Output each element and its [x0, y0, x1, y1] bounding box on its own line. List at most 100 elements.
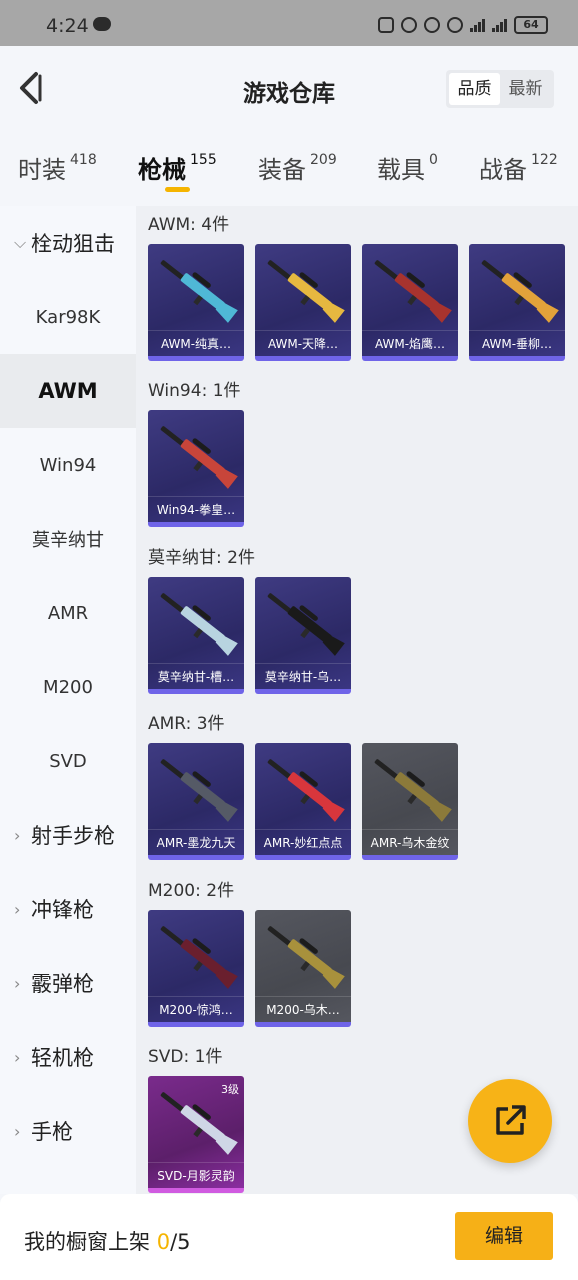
- edit-button[interactable]: 编辑: [455, 1212, 553, 1260]
- weapon-card-label: AMR-妙红点点: [255, 829, 351, 855]
- tab-vehicles[interactable]: 载具 0: [377, 150, 438, 185]
- showcase-label: 我的橱窗上架 0/5: [24, 1226, 191, 1256]
- section-title: SVD: 1件: [148, 1047, 223, 1067]
- weapon-image: [160, 759, 238, 822]
- showcase-total: /5: [170, 1230, 191, 1254]
- tab-battle-prep[interactable]: 战备 122: [479, 150, 558, 185]
- weapon-card[interactable]: 3级 SVD-月影灵韵: [148, 1076, 244, 1193]
- sidebar-group-dmr[interactable]: › 射手步枪: [0, 798, 136, 872]
- weapon-card-label: SVD-月影灵韵: [148, 1162, 244, 1188]
- wechat-notification-icon: [93, 17, 111, 31]
- sidebar-group-lmg[interactable]: › 轻机枪: [0, 1020, 136, 1094]
- wifi-icon: [447, 17, 463, 33]
- weapon-card[interactable]: AWM-纯真…: [148, 244, 244, 361]
- weapon-card[interactable]: AWM-垂柳…: [469, 244, 565, 361]
- sort-newest-button[interactable]: 最新: [500, 73, 551, 105]
- sidebar-item-amr[interactable]: AMR: [0, 576, 136, 650]
- weapon-card[interactable]: M200-惊鸿…: [148, 910, 244, 1027]
- weapon-card[interactable]: 莫辛纳甘-乌…: [255, 577, 351, 694]
- tab-fashion[interactable]: 时装 418: [18, 150, 97, 185]
- tab-label: 战备: [479, 156, 527, 184]
- weapon-card[interactable]: M200-乌木…: [255, 910, 351, 1027]
- share-external-icon: [496, 1105, 526, 1135]
- tab-count: 0: [429, 152, 438, 168]
- weapon-grid: AWM: 4件 AWM-纯真… AWM-天降… AWM-焰鹰… AWM-垂柳… …: [136, 206, 578, 1194]
- status-time: 4:24: [46, 15, 89, 37]
- tab-equipment[interactable]: 装备 209: [258, 150, 337, 185]
- tab-label: 时装: [18, 156, 66, 184]
- weapon-image: [481, 260, 559, 323]
- nfc-icon: [378, 17, 394, 33]
- showcase-count: 0: [156, 1230, 171, 1254]
- category-tabs: 时装 418 枪械 155 装备 209 载具 0 战备 122: [0, 132, 578, 206]
- section-title: AWM: 4件: [148, 215, 230, 235]
- section-title: Win94: 1件: [148, 381, 241, 401]
- weapon-image: [267, 926, 345, 989]
- weapon-image: [160, 593, 238, 656]
- alarm-icon: [401, 17, 417, 33]
- showcase-bar: 我的橱窗上架 0/5 编辑: [0, 1194, 578, 1280]
- weapon-image: [374, 759, 452, 822]
- weapon-card[interactable]: AMR-妙红点点: [255, 743, 351, 860]
- sidebar-item-kar98k[interactable]: Kar98K: [0, 280, 136, 354]
- sidebar-group-label: 手枪: [31, 1120, 73, 1144]
- weapon-image: [160, 260, 238, 323]
- chevron-right-icon: ›: [14, 1047, 21, 1067]
- section-title: M200: 2件: [148, 881, 235, 901]
- sidebar-group-label: 霰弹枪: [31, 972, 94, 996]
- sidebar-item-svd[interactable]: SVD: [0, 724, 136, 798]
- weapon-card-label: AWM-垂柳…: [469, 330, 565, 356]
- section-title: 莫辛纳甘: 2件: [148, 548, 255, 568]
- sidebar-item-awm[interactable]: AWM: [0, 354, 136, 428]
- level-badge: 3级: [221, 1083, 239, 1096]
- weapon-card-label: AWM-焰鹰…: [362, 330, 458, 356]
- chevron-right-icon: ›: [14, 899, 21, 919]
- weapon-image: [160, 426, 238, 489]
- tab-count: 209: [310, 152, 337, 168]
- tab-label: 装备: [258, 156, 306, 184]
- chevron-right-icon: ›: [14, 825, 21, 845]
- sidebar-group-label: 冲锋枪: [31, 898, 94, 922]
- tab-firearms[interactable]: 枪械 155: [138, 150, 217, 185]
- chevron-down-icon: ⌵: [14, 233, 27, 252]
- section-title: AMR: 3件: [148, 714, 225, 734]
- sidebar-item-win94[interactable]: Win94: [0, 428, 136, 502]
- tab-count: 122: [531, 152, 558, 168]
- share-button[interactable]: [468, 1079, 552, 1163]
- weapon-type-sidebar: ⌵ 栓动狙击 Kar98K AWM Win94 莫辛纳甘 AMR M200 SVD…: [0, 206, 136, 1194]
- weapon-image: [374, 260, 452, 323]
- sidebar-group-label: 栓动狙击: [31, 232, 115, 256]
- weapon-card[interactable]: AWM-天降…: [255, 244, 351, 361]
- sidebar-group-bolt-action[interactable]: ⌵ 栓动狙击: [0, 206, 136, 280]
- status-icons: 64: [378, 16, 548, 34]
- active-tab-indicator: [165, 187, 190, 192]
- weapon-card[interactable]: Win94-拳皇…: [148, 410, 244, 527]
- header: 游戏仓库 品质 最新: [0, 46, 578, 132]
- weapon-card[interactable]: 莫辛纳甘-槽…: [148, 577, 244, 694]
- signal-2-icon: [492, 18, 507, 32]
- sidebar-group-smg[interactable]: › 冲锋枪: [0, 872, 136, 946]
- sidebar-group-shotgun[interactable]: › 霰弹枪: [0, 946, 136, 1020]
- sort-quality-button[interactable]: 品质: [449, 73, 500, 105]
- tab-count: 155: [190, 152, 217, 168]
- showcase-text: 我的橱窗上架: [24, 1230, 157, 1254]
- weapon-image: [160, 926, 238, 989]
- weapon-card-label: M200-乌木…: [255, 996, 351, 1022]
- weapon-card[interactable]: AMR-墨龙九天: [148, 743, 244, 860]
- weapon-card-label: AMR-墨龙九天: [148, 829, 244, 855]
- weapon-image: [267, 759, 345, 822]
- sidebar-group-pistol[interactable]: › 手枪: [0, 1094, 136, 1168]
- sort-toggle: 品质 最新: [446, 70, 554, 108]
- weapon-card[interactable]: AWM-焰鹰…: [362, 244, 458, 361]
- tab-count: 418: [70, 152, 97, 168]
- sidebar-group-label: 射手步枪: [31, 824, 115, 848]
- weapon-card-label: 莫辛纳甘-槽…: [148, 663, 244, 689]
- weapon-card-label: M200-惊鸿…: [148, 996, 244, 1022]
- weapon-card[interactable]: AMR-乌木金纹: [362, 743, 458, 860]
- weapon-card-label: AWM-天降…: [255, 330, 351, 356]
- sidebar-item-mosin-nagant[interactable]: 莫辛纳甘: [0, 502, 136, 576]
- weapon-card-label: AWM-纯真…: [148, 330, 244, 356]
- sidebar-item-m200[interactable]: M200: [0, 650, 136, 724]
- tab-label: 载具: [377, 156, 425, 184]
- do-not-disturb-icon: [424, 17, 440, 33]
